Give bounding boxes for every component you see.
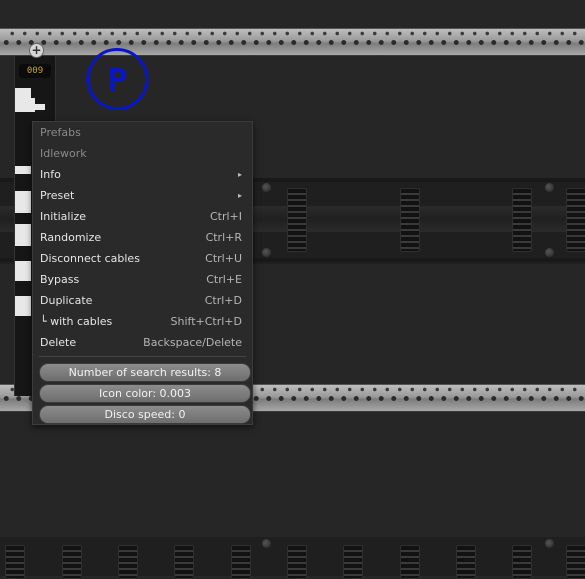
jack-connector[interactable] [231,545,251,579]
menu-item-bypass[interactable]: Bypass Ctrl+E [33,269,252,290]
screw-icon [545,248,554,257]
menu-item-initialize[interactable]: Initialize Ctrl+I [33,206,252,227]
jack-connector[interactable] [287,188,307,252]
menu-item-duplicate[interactable]: Duplicate Ctrl+D [33,290,252,311]
rack-rail-top [0,28,585,56]
screw-icon [262,539,271,548]
jack-connector[interactable] [174,545,194,579]
menu-header-idlework: Idlework [40,147,87,160]
counter-display: 009 [19,64,51,78]
screw-icon [262,183,271,192]
jack-connector[interactable] [400,188,420,252]
icon-color-slider[interactable]: Icon color: 0.003 [39,384,251,403]
screw-icon [545,183,554,192]
jack-connector[interactable] [400,545,420,579]
jack-connector[interactable] [62,545,82,579]
jack-connector[interactable] [512,545,532,579]
menu-header-prefabs: Prefabs [40,126,81,139]
jack-connector[interactable] [118,545,138,579]
jack-connector[interactable] [512,188,532,252]
menu-item-preset[interactable]: Preset ▸ [33,185,252,206]
menu-item-duplicate-with-cables[interactable]: └ with cables Shift+Ctrl+D [33,311,252,332]
menu-item-info[interactable]: Info ▸ [33,164,252,185]
jack-connector[interactable] [566,545,585,579]
screw-icon [545,539,554,548]
search-results-slider[interactable]: Number of search results: 8 [39,363,251,382]
menu-item-delete[interactable]: Delete Backspace/Delete [33,332,252,353]
jack-connector[interactable] [343,545,363,579]
screw-icon [262,248,271,257]
menu-item-randomize[interactable]: Randomize Ctrl+R [33,227,252,248]
module-pixel-art [15,88,31,98]
context-menu: Prefabs Idlework Info ▸ Preset ▸ Initial… [32,121,253,425]
submenu-arrow-icon: ▸ [237,191,242,200]
menu-separator [39,356,246,357]
jack-connector[interactable] [456,545,476,579]
plus-icon[interactable]: + [29,43,44,58]
submenu-arrow-icon: ▸ [237,170,242,179]
jack-connector[interactable] [566,188,585,252]
disco-speed-slider[interactable]: Disco speed: 0 [39,405,251,424]
jack-connector[interactable] [5,545,25,579]
p-logo-icon: P [86,48,148,110]
menu-item-disconnect-cables[interactable]: Disconnect cables Ctrl+U [33,248,252,269]
jack-connector[interactable] [287,545,307,579]
